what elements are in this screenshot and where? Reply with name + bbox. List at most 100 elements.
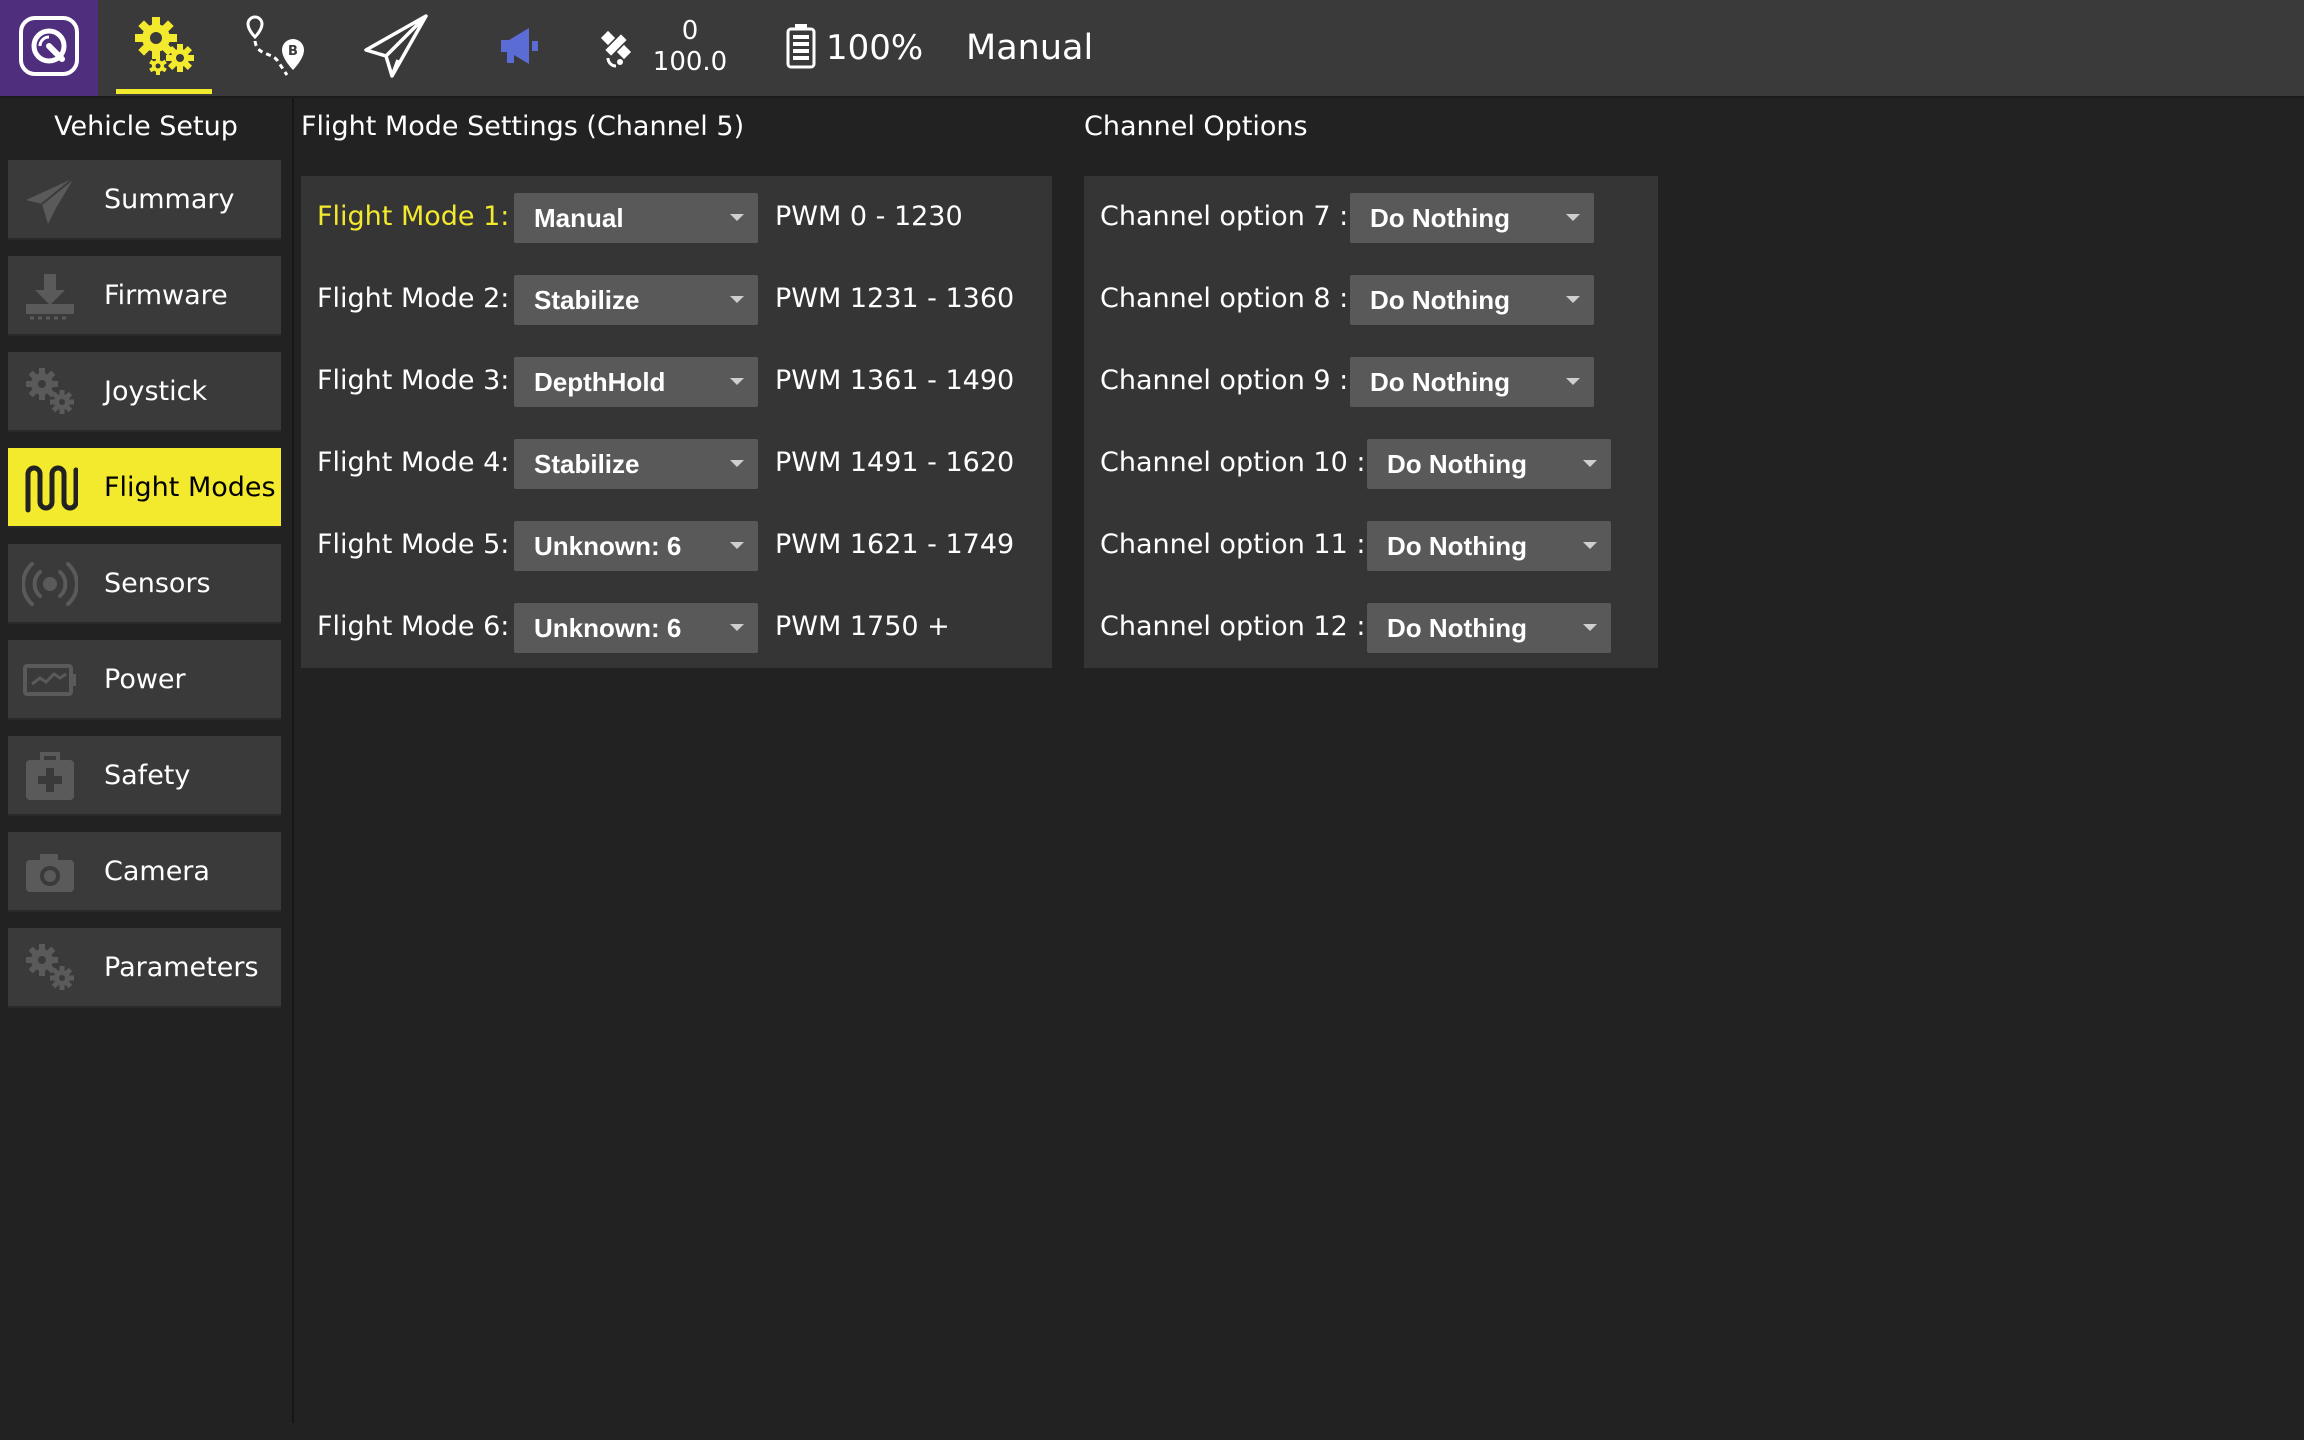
flight-mode-5-pwm: PWM 1621 - 1749 — [775, 529, 1015, 560]
parameters-gears-icon — [22, 940, 78, 996]
flight-mode-1-select[interactable]: Manual — [514, 193, 758, 243]
flight-mode-1-pwm: PWM 0 - 1230 — [775, 201, 963, 232]
channel-option-12-value: Do Nothing — [1387, 613, 1528, 643]
chevron-down-icon — [1566, 214, 1580, 221]
flight-mode-3-pwm: PWM 1361 - 1490 — [775, 365, 1015, 396]
channel-option-8-label: Channel option 8 : — [1100, 283, 1349, 314]
battery-pulse-icon — [22, 652, 78, 708]
messages-megaphone-icon — [499, 26, 541, 70]
channel-option-10-select[interactable]: Do Nothing — [1367, 439, 1611, 489]
gps-status-button[interactable]: 0 100.0 — [596, 0, 736, 96]
battery-status-button[interactable]: 100% — [786, 0, 926, 96]
flight-mode-2-label: Flight Mode 2: — [317, 283, 510, 314]
channel-option-8-value: Do Nothing — [1370, 285, 1511, 315]
flight-mode-4-select[interactable]: Stabilize — [514, 439, 758, 489]
flight-mode-4-label: Flight Mode 4: — [317, 447, 510, 478]
plan-view-icon: B — [243, 11, 313, 85]
medkit-icon — [22, 748, 78, 804]
sidebar-item-flight-modes[interactable]: Flight Modes — [8, 448, 281, 528]
top-toolbar: B 0 100.0 100% Manual — [0, 0, 2304, 98]
flight-mode-4-value: Stabilize — [534, 449, 640, 479]
sidebar-title: Vehicle Setup — [54, 111, 238, 142]
flight-mode-panel: Flight Mode 1: Manual PWM 0 - 1230 Fligh… — [301, 176, 1052, 668]
channel-option-8-select[interactable]: Do Nothing — [1350, 275, 1594, 325]
sidebar-item-label: Camera — [104, 855, 210, 887]
flight-mode-6-label: Flight Mode 6: — [317, 611, 510, 642]
channel-option-9-label: Channel option 9 : — [1100, 365, 1349, 396]
flight-mode-2-select[interactable]: Stabilize — [514, 275, 758, 325]
sidebar-item-safety[interactable]: Safety — [8, 736, 281, 816]
paper-plane-icon — [22, 172, 78, 228]
active-tab-indicator — [116, 89, 212, 94]
sidebar-item-label: Safety — [104, 759, 191, 791]
channel-option-7-label: Channel option 7 : — [1100, 201, 1349, 232]
sidebar-item-label: Power — [104, 663, 186, 695]
sensor-broadcast-icon — [21, 556, 79, 612]
channel-option-11-label: Channel option 11 : — [1100, 529, 1366, 560]
flight-mode-settings-title: Flight Mode Settings (Channel 5) — [301, 111, 745, 142]
flight-mode-indicator[interactable]: Manual — [966, 0, 1093, 96]
flight-mode-6-select[interactable]: Unknown: 6 — [514, 603, 758, 653]
chevron-down-icon — [1583, 460, 1597, 467]
channel-options-panel: Channel option 7 : Do Nothing Channel op… — [1084, 176, 1658, 668]
flight-mode-5-select[interactable]: Unknown: 6 — [514, 521, 758, 571]
flight-mode-2-pwm: PWM 1231 - 1360 — [775, 283, 1015, 314]
channel-options-title: Channel Options — [1084, 111, 1308, 142]
channel-option-10-value: Do Nothing — [1387, 449, 1528, 479]
sidebar-item-label: Parameters — [104, 951, 259, 983]
messages-button[interactable] — [480, 0, 560, 96]
sidebar-item-label: Firmware — [104, 279, 228, 311]
download-icon — [22, 268, 78, 324]
flight-mode-5-value: Unknown: 6 — [534, 531, 682, 561]
channel-option-7-value: Do Nothing — [1370, 203, 1511, 233]
flight-mode-5-label: Flight Mode 5: — [317, 529, 510, 560]
chevron-down-icon — [730, 542, 744, 549]
sidebar-item-joystick[interactable]: Joystick — [8, 352, 281, 432]
sidebar-item-label: Flight Modes — [104, 471, 276, 503]
plan-view-button[interactable]: B — [236, 0, 320, 96]
chevron-down-icon — [730, 296, 744, 303]
sidebar-item-power[interactable]: Power — [8, 640, 281, 720]
chevron-down-icon — [730, 624, 744, 631]
channel-option-12-select[interactable]: Do Nothing — [1367, 603, 1611, 653]
chevron-down-icon — [1583, 624, 1597, 631]
channel-option-12-label: Channel option 12 : — [1100, 611, 1366, 642]
chevron-down-icon — [1566, 378, 1580, 385]
camera-icon — [22, 844, 78, 900]
sidebar-item-label: Summary — [104, 183, 235, 215]
channel-option-10-label: Channel option 10 : — [1100, 447, 1366, 478]
setup-sidebar: Vehicle Setup Summary Firmware Joystick … — [0, 98, 292, 1428]
channel-option-11-select[interactable]: Do Nothing — [1367, 521, 1611, 571]
sidebar-item-label: Joystick — [104, 375, 208, 407]
sidebar-item-label: Sensors — [104, 567, 211, 599]
flight-mode-3-select[interactable]: DepthHold — [514, 357, 758, 407]
flight-mode-2-value: Stabilize — [534, 285, 640, 315]
vehicle-setup-gear-icon — [128, 10, 200, 86]
chevron-down-icon — [730, 460, 744, 467]
flight-mode-3-value: DepthHold — [534, 367, 666, 397]
fly-view-button[interactable] — [354, 0, 438, 96]
flight-mode-6-value: Unknown: 6 — [534, 613, 682, 643]
channel-option-9-value: Do Nothing — [1370, 367, 1511, 397]
sidebar-item-camera[interactable]: Camera — [8, 832, 281, 912]
channel-option-11-value: Do Nothing — [1387, 531, 1528, 561]
qgc-logo-button[interactable] — [0, 0, 98, 96]
channel-option-9-select[interactable]: Do Nothing — [1350, 357, 1594, 407]
qgc-logo-icon — [18, 15, 80, 81]
fly-view-icon — [362, 12, 430, 84]
flight-mode-1-value: Manual — [534, 203, 624, 233]
sidebar-item-sensors[interactable]: Sensors — [8, 544, 281, 624]
chevron-down-icon — [730, 378, 744, 385]
chevron-down-icon — [1566, 296, 1580, 303]
chevron-down-icon — [730, 214, 744, 221]
flight-mode-4-pwm: PWM 1491 - 1620 — [775, 447, 1015, 478]
chevron-down-icon — [1583, 542, 1597, 549]
vehicle-setup-button[interactable] — [116, 0, 212, 96]
sidebar-item-firmware[interactable]: Firmware — [8, 256, 281, 336]
channel-option-7-select[interactable]: Do Nothing — [1350, 193, 1594, 243]
gps-satellite-icon — [600, 30, 636, 72]
sidebar-item-parameters[interactable]: Parameters — [8, 928, 281, 1008]
sidebar-item-summary[interactable]: Summary — [8, 160, 281, 240]
gears-icon — [22, 364, 78, 420]
battery-percent: 100% — [826, 28, 924, 68]
